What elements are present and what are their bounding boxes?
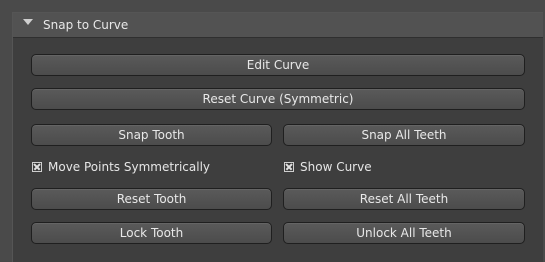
panel-header[interactable]: Snap to Curve — [13, 13, 543, 38]
unlock-all-teeth-label: Unlock All Teeth — [356, 226, 452, 240]
snap-tooth-button[interactable]: Snap Tooth — [31, 124, 272, 146]
snap-to-curve-panel: Snap to Curve Edit Curve Reset Curve (Sy… — [12, 12, 543, 262]
unlock-all-teeth-button[interactable]: Unlock All Teeth — [283, 222, 525, 244]
reset-tooth-button[interactable]: Reset Tooth — [31, 188, 272, 210]
snap-all-teeth-button[interactable]: Snap All Teeth — [283, 124, 525, 146]
lock-tooth-button[interactable]: Lock Tooth — [31, 222, 272, 244]
reset-curve-symmetric-label: Reset Curve (Symmetric) — [202, 92, 354, 106]
snap-tooth-label: Snap Tooth — [118, 128, 185, 142]
checkbox-checked-icon — [32, 162, 42, 172]
edit-curve-label: Edit Curve — [246, 58, 310, 72]
move-points-symmetrically-label: Move Points Symmetrically — [48, 160, 211, 174]
checkbox-checked-icon — [284, 162, 294, 172]
reset-all-teeth-label: Reset All Teeth — [359, 192, 449, 206]
show-curve-label: Show Curve — [300, 160, 372, 174]
reset-all-teeth-button[interactable]: Reset All Teeth — [283, 188, 525, 210]
edit-curve-button[interactable]: Edit Curve — [31, 54, 525, 76]
reset-curve-symmetric-button[interactable]: Reset Curve (Symmetric) — [31, 88, 525, 110]
snap-all-teeth-label: Snap All Teeth — [361, 128, 447, 142]
lock-tooth-label: Lock Tooth — [119, 226, 184, 240]
window-background: Snap to Curve Edit Curve Reset Curve (Sy… — [0, 0, 545, 262]
show-curve-checkbox[interactable]: Show Curve — [284, 159, 372, 175]
reset-tooth-label: Reset Tooth — [116, 192, 187, 206]
triangle-down-icon[interactable] — [23, 18, 33, 25]
panel-title: Snap to Curve — [43, 18, 129, 32]
move-points-symmetrically-checkbox[interactable]: Move Points Symmetrically — [32, 159, 210, 175]
